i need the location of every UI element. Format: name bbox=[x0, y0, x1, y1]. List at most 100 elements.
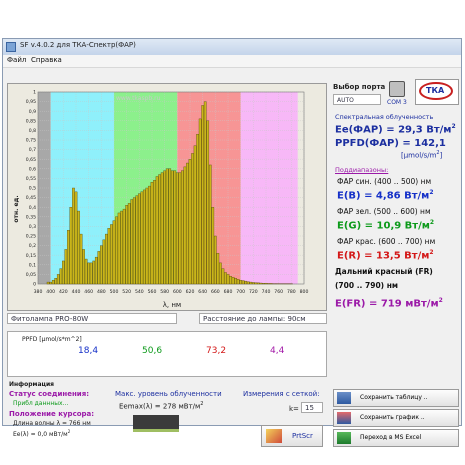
spectrum-bar bbox=[219, 262, 222, 285]
prtscr-label: PrtScr bbox=[292, 432, 313, 440]
status-value: Прибл даннных... bbox=[13, 400, 69, 407]
y-tick-label: 0,95 bbox=[26, 99, 36, 105]
distance-field[interactable]: Расстояние до лампы: 90см bbox=[199, 313, 327, 324]
menu-help[interactable]: Справка bbox=[31, 56, 62, 64]
spectrum-bar bbox=[186, 162, 189, 285]
ppfd-panel: PPFD [μmol/s*m^2] 18,4 50,6 73,2 4,4 bbox=[7, 331, 327, 377]
spectrum-chart-svg: 380 400 420 440 460 480 500 520 540 560 580 600 620 6… bbox=[13, 90, 309, 309]
spectrum-bar bbox=[87, 262, 90, 285]
grid-label: Измерения с сеткой: bbox=[243, 390, 320, 398]
prtscr-button[interactable]: PrtScr bbox=[261, 425, 323, 447]
ppfd-unit: [μmol/s/m2] bbox=[401, 150, 443, 160]
spectrum-bar bbox=[168, 168, 172, 285]
spectrum-bar bbox=[269, 283, 273, 285]
spectrum-bar bbox=[239, 279, 242, 285]
spectrum-bar bbox=[132, 197, 136, 285]
spectrum-bar bbox=[211, 207, 215, 285]
menu-bar: Файл Справка bbox=[3, 55, 461, 68]
x-tick-label: 460 bbox=[84, 289, 93, 295]
spectrum-bar bbox=[112, 220, 116, 285]
x-tick-label: 480 bbox=[97, 289, 106, 295]
x-tick-label: 800 bbox=[300, 289, 309, 295]
app-window: SF v.4.0.2 для ТКА-Спектр(ФАР) Файл Спра… bbox=[2, 38, 462, 447]
lamp-name-field[interactable]: Фитолампа PRO-80W bbox=[7, 313, 177, 324]
spectrum-bar bbox=[89, 262, 93, 285]
spectrum-bar bbox=[59, 268, 63, 285]
port-label: Выбор порта bbox=[333, 83, 386, 91]
spectrum-bar bbox=[117, 212, 121, 285]
title-bar: SF v.4.0.2 для ТКА-Спектр(ФАР) bbox=[3, 39, 461, 55]
spectrum-bar bbox=[224, 272, 227, 285]
spectrum-bar bbox=[120, 210, 123, 285]
y-tick-label: 0,3 bbox=[29, 224, 36, 230]
spectrum-bar bbox=[176, 172, 179, 285]
spectrum-bar bbox=[257, 282, 260, 285]
spectrum-bar bbox=[46, 281, 50, 285]
spectrum-bar bbox=[107, 228, 111, 285]
save-chart-label: Сохранить график .. bbox=[360, 414, 425, 421]
port-select[interactable]: AUTO bbox=[333, 94, 381, 105]
menu-file[interactable]: Файл bbox=[7, 56, 26, 64]
spectrum-bar bbox=[49, 281, 52, 285]
spectrum-bar bbox=[267, 283, 270, 285]
spectrum-bar bbox=[203, 101, 207, 285]
spectrum-bar bbox=[125, 205, 128, 285]
spectrum-bar bbox=[69, 207, 73, 285]
k-input[interactable]: 15 bbox=[301, 402, 323, 413]
spectrum-bar bbox=[140, 191, 144, 285]
x-tick-label: 520 bbox=[122, 289, 131, 295]
spectrum-bar bbox=[72, 187, 75, 285]
x-tick-label: 600 bbox=[173, 289, 182, 295]
x-tick-label: 440 bbox=[72, 289, 81, 295]
spectrum-bar bbox=[173, 170, 177, 285]
y-tick-label: 0 bbox=[33, 282, 36, 288]
spectrum-bar bbox=[183, 166, 187, 285]
spectrum-bar bbox=[51, 279, 55, 285]
save-table-button[interactable]: Сохранить таблицу .. bbox=[333, 389, 459, 407]
x-tick-label: 760 bbox=[274, 289, 283, 295]
spectrum-bar bbox=[100, 245, 103, 285]
y-tick-label: 0,1 bbox=[29, 262, 36, 268]
spectrum-bar bbox=[201, 105, 204, 285]
ppfd-par-value: PPFD(ФАР) = 142,1 bbox=[335, 138, 446, 149]
save-table-label: Сохранить таблицу .. bbox=[360, 394, 428, 401]
spectrum-bar bbox=[94, 256, 98, 285]
spectrum-bar bbox=[148, 185, 151, 285]
save-chart-button[interactable]: Сохранить график .. bbox=[333, 409, 459, 427]
spectrum-bar bbox=[79, 233, 83, 285]
logo-text: ТКА bbox=[426, 86, 445, 95]
spectrum-bar bbox=[110, 224, 113, 285]
spectrum-bar bbox=[115, 216, 118, 285]
spectrum-chart: 380 400 420 440 460 480 500 520 540 560 580 600 620 6… bbox=[7, 83, 327, 311]
ms-excel-label: Переход в MS Excel bbox=[360, 434, 422, 441]
spectrum-bar bbox=[138, 193, 141, 285]
x-tick-label: 720 bbox=[249, 289, 258, 295]
spectrum-bar bbox=[143, 189, 146, 285]
x-tick-label: 740 bbox=[262, 289, 271, 295]
blue-range-label: ФАР син. (400 .. 500) нм bbox=[337, 177, 432, 186]
spectral-band-4 bbox=[240, 92, 298, 284]
x-tick-label: 400 bbox=[46, 289, 55, 295]
spectrum-bar bbox=[244, 280, 248, 285]
info-label: Информация bbox=[9, 381, 54, 388]
spectrum-bar bbox=[246, 281, 250, 285]
spectrum-bar bbox=[170, 170, 174, 285]
excel-icon bbox=[337, 432, 351, 444]
spectrum-bar bbox=[145, 187, 149, 285]
red-value: E(R) = 13,5 Вт/м2 bbox=[337, 249, 434, 262]
y-tick-label: 0,05 bbox=[26, 272, 36, 278]
spectrum-bar bbox=[77, 210, 80, 285]
spectrum-bar bbox=[252, 282, 255, 285]
ms-excel-button[interactable]: Переход в MS Excel bbox=[333, 429, 459, 447]
x-tick-label: 620 bbox=[186, 289, 195, 295]
x-tick-label: 420 bbox=[59, 289, 68, 295]
tka-logo: ТКА bbox=[415, 79, 459, 105]
spectrum-bar bbox=[97, 251, 101, 285]
spectrum-bar bbox=[67, 230, 70, 285]
red-range-label: ФАР крас. (600 .. 700) нм bbox=[337, 237, 436, 246]
spectrum-bar bbox=[135, 195, 139, 285]
green-range-label: ФАР зел. (500 .. 600) нм bbox=[337, 207, 431, 216]
x-tick-label: 680 bbox=[224, 289, 233, 295]
wavelength-readout: Длина волны λ = 766 нм bbox=[13, 420, 91, 427]
y-tick-label: 0,55 bbox=[26, 176, 36, 182]
